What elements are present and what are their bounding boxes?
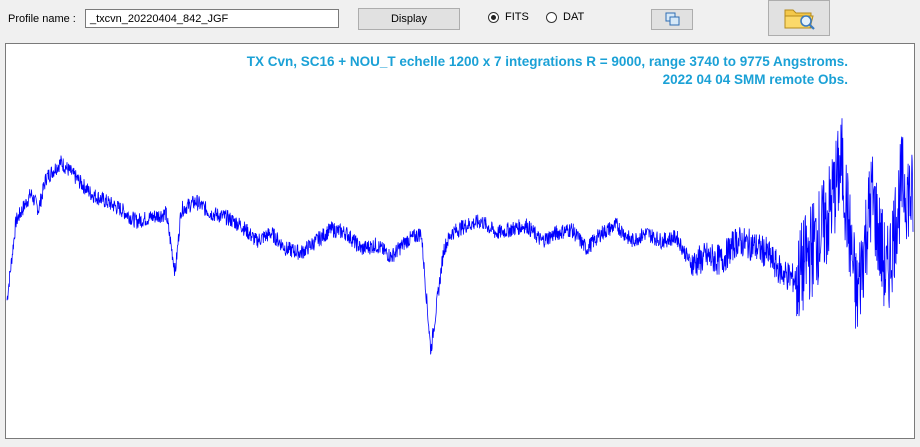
profile-name-label: Profile name :	[8, 13, 76, 25]
copy-button[interactable]	[651, 9, 693, 30]
plot-title-line1: TX Cvn, SC16 + NOU_T echelle 1200 x 7 in…	[246, 54, 848, 69]
copy-windows-icon	[665, 12, 680, 26]
plot-title-line2: 2022 04 04 SMM remote Obs.	[662, 72, 848, 87]
profile-name-input[interactable]: _txcvn_20220404_842_JGF	[85, 9, 339, 28]
dat-radio-indicator[interactable]	[546, 11, 557, 23]
open-folder-button[interactable]	[768, 0, 830, 36]
dat-radio[interactable]: DAT	[546, 11, 584, 23]
spectrum-plot[interactable]: TX Cvn, SC16 + NOU_T echelle 1200 x 7 in…	[5, 43, 915, 439]
folder-search-icon	[784, 9, 815, 30]
spectrum-series-line	[6, 118, 914, 355]
spectrum-chart	[6, 118, 914, 355]
fits-radio[interactable]: FITS	[488, 11, 529, 23]
fits-radio-label: FITS	[505, 11, 529, 23]
fits-radio-indicator[interactable]	[488, 11, 499, 23]
display-button[interactable]: Display	[358, 8, 460, 30]
toolbar: Profile name : _txcvn_20220404_842_JGF D…	[0, 0, 920, 40]
dat-radio-label: DAT	[563, 11, 585, 23]
